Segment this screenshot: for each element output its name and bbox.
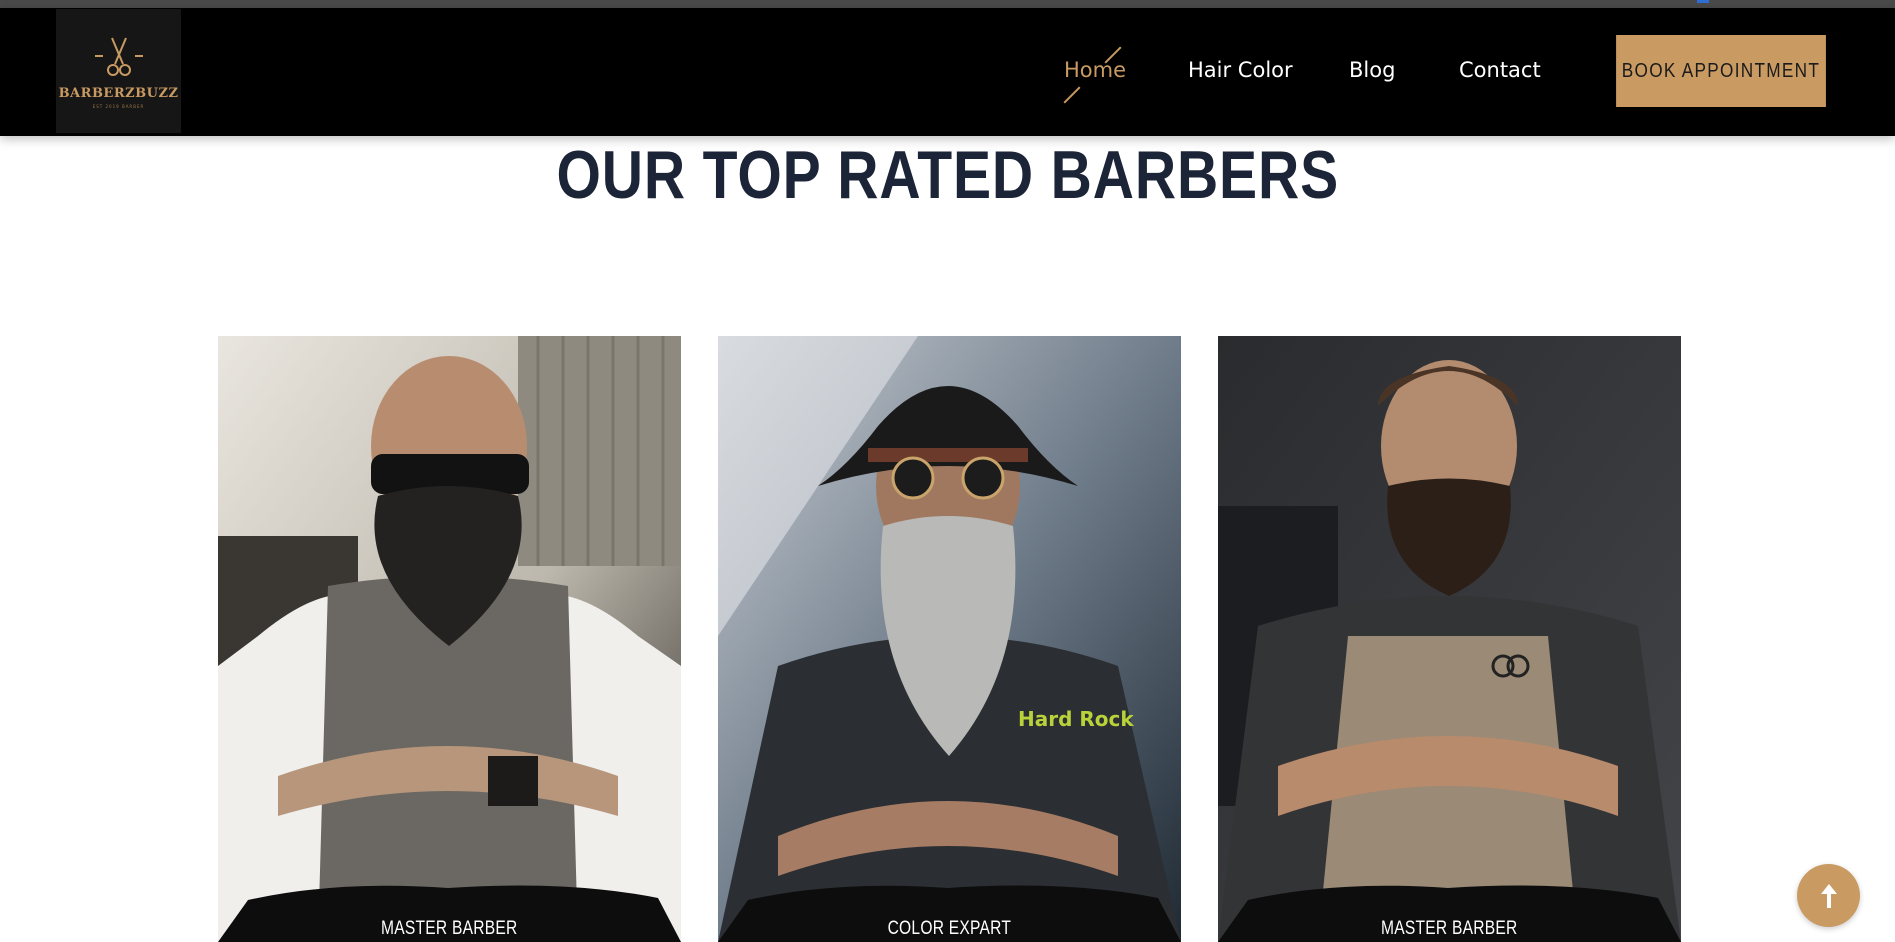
brand-name: BARBERZBUZZ [58,85,179,101]
barber-role: MASTER BARBER [1381,918,1518,939]
site-logo[interactable]: BARBERZBUZZ EST 2019 BARBER [56,9,181,133]
nav-item-label: Blog [1349,58,1396,82]
nav-item-label: Home [1064,58,1127,82]
book-appointment-button[interactable]: BOOK APPOINTMENT [1616,35,1826,107]
barber-card[interactable]: Hard Rock COLOR EXPART [718,336,1181,942]
nav-item-hair-color[interactable]: Hair Color [1188,58,1293,82]
nav-item-contact[interactable]: Contact [1459,58,1541,82]
svg-text:Hard Rock: Hard Rock [1018,707,1134,731]
bearded-man-sunglasses-vest-icon [218,336,681,942]
section-title: OUR TOP RATED BARBERS [0,136,1895,214]
active-indicator-bottom [1063,86,1081,104]
browser-top-strip [0,0,1895,8]
nav-item-label: Hair Color [1188,58,1293,82]
nav-item-blog[interactable]: Blog [1349,58,1395,82]
site-header: BARBERZBUZZ EST 2019 BARBER Home Hair Co… [0,8,1895,136]
browser-indicator [1697,0,1709,3]
barber-card[interactable]: MASTER BARBER [1218,336,1681,942]
brand-tagline: EST 2019 BARBER [92,103,145,109]
scissors-logo-icon [94,37,143,76]
bearded-man-apron-scissors-icon [1218,336,1681,942]
nav-item-home[interactable]: Home [1064,58,1126,82]
barber-role: MASTER BARBER [381,918,518,939]
bearded-man-hat-round-glasses-icon: Hard Rock [718,336,1181,942]
nav-item-label: Contact [1459,58,1541,82]
barber-card[interactable]: MASTER BARBER [218,336,681,942]
scroll-to-top-button[interactable] [1797,864,1860,927]
arrow-up-icon [1820,883,1837,908]
barber-role: COLOR EXPART [887,918,1012,939]
section-title-text: OUR TOP RATED BARBERS [556,137,1339,213]
